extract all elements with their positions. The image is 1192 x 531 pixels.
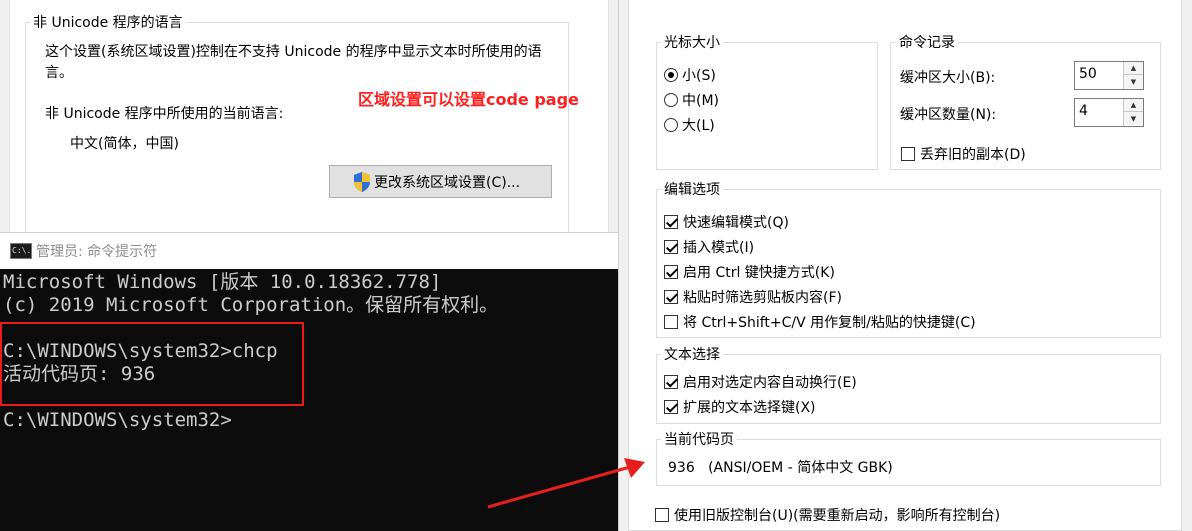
command-history-title: 命令记录 [896, 32, 958, 52]
checkbox-extended-selection-keys[interactable]: 扩展的文本选择键(X) [664, 397, 816, 417]
checkbox-filter-clipboard[interactable]: 粘贴时筛选剪贴板内容(F) [664, 287, 842, 307]
checkbox-indicator [664, 290, 678, 304]
current-language-label: 非 Unicode 程序中所使用的当前语言: [45, 106, 284, 122]
cmd-title: 管理员: 命令提示符 [36, 244, 158, 260]
spin-down-icon[interactable]: ▼ [1124, 75, 1143, 88]
buffer-count-stepper[interactable]: 4 ▲ ▼ [1074, 98, 1144, 127]
checkbox-legacy-console[interactable]: 使用旧版控制台(U)(需要重新启动，影响所有控制台) [655, 505, 1000, 525]
cmd-icon: C:\. [10, 243, 32, 259]
radio-indicator [664, 93, 678, 107]
cmd-line: Microsoft Windows [版本 10.0.18362.778] [3, 271, 442, 293]
edit-options-title: 编辑选项 [661, 179, 723, 199]
checkbox-discard-old[interactable]: 丢弃旧的副本(D) [901, 144, 1026, 164]
uac-shield-icon [354, 171, 370, 192]
dialog-edge [608, 0, 618, 240]
checkbox-indicator [664, 215, 678, 229]
radio-cursor-large[interactable]: 大(L) [664, 115, 715, 135]
checkbox-quick-edit[interactable]: 快速编辑模式(Q) [664, 212, 789, 232]
checkbox-insert-mode[interactable]: 插入模式(I) [664, 237, 754, 257]
region-description: 这个设置(系统区域设置)控制在不支持 Unicode 的程序中显示文本时所使用的… [45, 44, 542, 81]
checkbox-indicator [664, 375, 678, 389]
spin-down-icon[interactable]: ▼ [1124, 112, 1143, 125]
radio-indicator [664, 118, 678, 132]
checkbox-ctrl-shift-cv[interactable]: 将 Ctrl+Shift+C/V 用作复制/粘贴的快捷键(C) [664, 312, 976, 332]
radio-indicator [664, 68, 678, 82]
text-selection-title: 文本选择 [661, 344, 723, 364]
spin-up-icon[interactable]: ▲ [1124, 99, 1143, 112]
buffer-count-value: 4 [1079, 103, 1088, 119]
cmd-titlebar[interactable]: C:\. 管理员: 命令提示符 [0, 232, 618, 269]
radio-cursor-small[interactable]: 小(S) [664, 65, 716, 85]
checkbox-indicator [664, 315, 678, 329]
unicode-group-title: 非 Unicode 程序的语言 [30, 12, 186, 32]
buffer-size-value: 50 [1079, 66, 1097, 82]
current-language-value: 中文(简体，中国) [70, 136, 179, 152]
checkbox-indicator [664, 240, 678, 254]
buffer-size-label: 缓冲区大小(B): [900, 70, 996, 86]
current-codepage-value: 936 (ANSI/OEM - 简体中文 GBK) [668, 460, 893, 476]
buffer-size-stepper[interactable]: 50 ▲ ▼ [1074, 61, 1144, 90]
cmd-line: C:\WINDOWS\system32> [3, 409, 232, 431]
cmd-line: (c) 2019 Microsoft Corporation。保留所有权利。 [3, 294, 499, 316]
change-system-locale-button[interactable]: 更改系统区域设置(C)... [329, 165, 552, 198]
cursor-size-title: 光标大小 [661, 32, 723, 52]
current-codepage-title: 当前代码页 [661, 429, 737, 449]
checkbox-indicator [664, 400, 678, 414]
change-system-locale-label: 更改系统区域设置(C)... [374, 174, 521, 191]
spin-up-icon[interactable]: ▲ [1124, 62, 1143, 75]
annotation-arrow-icon [487, 458, 645, 509]
checkbox-indicator [901, 147, 915, 161]
checkbox-indicator [664, 265, 678, 279]
highlight-box [0, 322, 304, 406]
buffer-count-label: 缓冲区数量(N): [900, 107, 997, 123]
checkbox-ctrl-shortcuts[interactable]: 启用 Ctrl 键快捷方式(K) [664, 262, 835, 282]
checkbox-line-wrap-selection[interactable]: 启用对选定内容自动换行(E) [664, 372, 857, 392]
radio-cursor-medium[interactable]: 中(M) [664, 90, 719, 110]
annotation-text: 区域设置可以设置code page [358, 90, 579, 109]
